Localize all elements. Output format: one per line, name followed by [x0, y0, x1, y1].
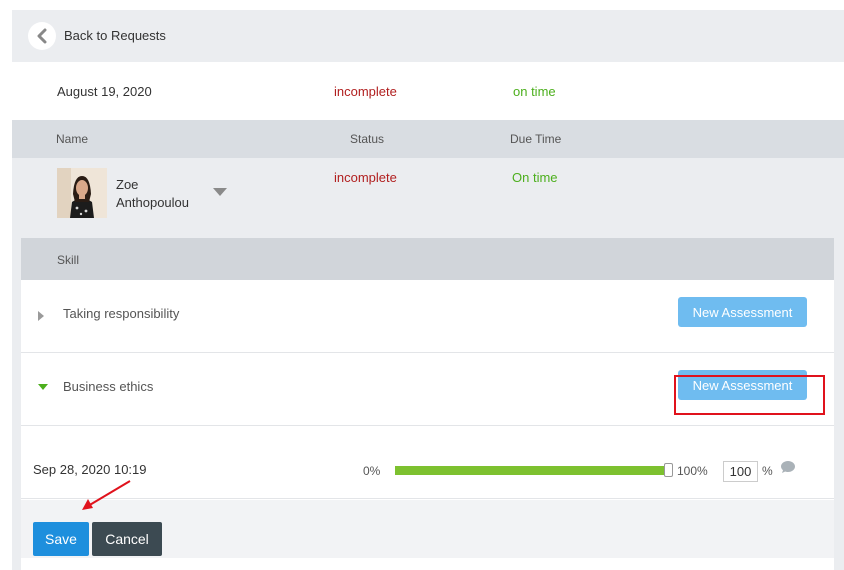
column-header-due-time: Due Time [510, 132, 562, 146]
request-date: August 19, 2020 [57, 84, 152, 99]
caret-right-icon[interactable] [37, 310, 45, 322]
highlight-annotation [674, 375, 825, 415]
skill-row-taking-responsibility: Taking responsibility New Assessment [21, 280, 834, 353]
person-last-name: Anthopoulou [116, 195, 190, 210]
avatar [57, 168, 107, 218]
back-to-requests-link[interactable]: Back to Requests [64, 28, 166, 43]
slider-max-label: 100% [677, 464, 708, 478]
slider-fill [395, 466, 669, 475]
back-button[interactable] [28, 22, 56, 50]
request-detail-frame: Back to Requests August 19, 2020 incompl… [12, 10, 844, 570]
action-bar: Save Cancel [21, 500, 834, 558]
column-header-skill: Skill [57, 253, 80, 267]
save-button[interactable]: Save [33, 522, 89, 556]
arrow-annotation-icon [82, 480, 131, 510]
table-row: Zoe Anthopoulou incomplete On time [12, 158, 844, 228]
skill-name: Taking responsibility [63, 306, 180, 321]
person-name: Zoe Anthopoulou [116, 176, 208, 212]
chevron-left-icon [37, 28, 47, 44]
skills-header: Skill [21, 238, 834, 280]
caret-down-icon[interactable] [213, 188, 227, 197]
comment-icon[interactable] [780, 460, 796, 474]
percent-input[interactable] [723, 461, 758, 482]
skill-name: Business ethics [63, 379, 154, 394]
person-first-name: Zoe [116, 177, 139, 192]
slider-handle[interactable] [664, 463, 673, 477]
new-assessment-button[interactable]: New Assessment [678, 297, 807, 327]
column-header-status: Status [350, 132, 385, 146]
percent-sign: % [762, 464, 773, 478]
person-status: incomplete [334, 170, 397, 185]
person-due-status: On time [512, 170, 558, 185]
slider-min-label: 0% [363, 464, 381, 478]
request-summary-row: August 19, 2020 incomplete on time [12, 62, 844, 120]
column-header-name: Name [56, 132, 89, 146]
assessment-row: Sep 28, 2020 10:19 0% 100% % [21, 426, 834, 499]
table-header: Name Status Due Time [12, 120, 844, 158]
caret-down-icon[interactable] [37, 383, 49, 391]
cancel-button[interactable]: Cancel [92, 522, 162, 556]
progress-slider[interactable] [395, 463, 673, 477]
request-due-status: on time [513, 84, 556, 99]
back-bar: Back to Requests [12, 10, 844, 62]
skills-panel: Skill Taking responsibility New Assessme… [21, 238, 834, 570]
request-status: incomplete [334, 84, 397, 99]
assessment-date: Sep 28, 2020 10:19 [33, 462, 147, 477]
